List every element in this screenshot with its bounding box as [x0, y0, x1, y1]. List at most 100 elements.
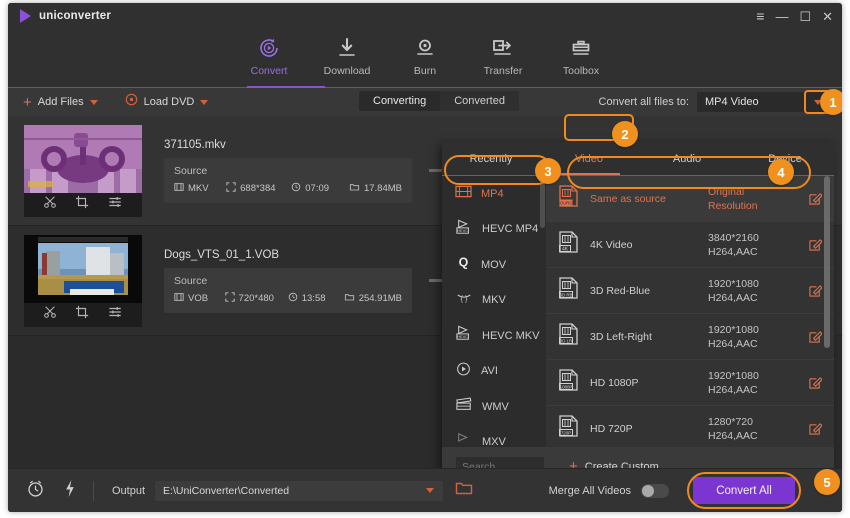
tab-converting[interactable]: Converting	[359, 91, 441, 111]
chevron-down-icon[interactable]	[200, 99, 209, 105]
resolution-item-hd-720p[interactable]: 720P HD 720P 1280*720 H264,AAC	[546, 406, 834, 447]
resolution-name: HD 1080P	[590, 376, 639, 389]
resolution-value: 720*480	[238, 292, 274, 304]
crop-icon[interactable]	[75, 195, 89, 214]
convert-all-button[interactable]: Convert All	[693, 477, 795, 504]
edit-preset-icon[interactable]	[796, 422, 834, 435]
minimize-icon[interactable]: —	[775, 10, 788, 23]
clock-icon	[288, 292, 298, 305]
format-item-mov[interactable]: Q MOV	[442, 247, 546, 283]
format-label: HEVC MKV	[482, 329, 540, 342]
format-item-hevc-mp4[interactable]: HEVC HEVC MP4	[442, 212, 546, 248]
trim-icon[interactable]	[43, 195, 57, 214]
panel-tab-recently[interactable]: Recently	[442, 153, 540, 165]
resolution-item-same-as-source[interactable]: SOURCE Same as source Original Resolutio…	[546, 176, 834, 222]
nav-item-download[interactable]: Download	[308, 35, 386, 77]
nav-item-burn[interactable]: Burn	[386, 35, 464, 77]
callout-badge-3: 3	[535, 158, 561, 184]
format-item-hevc-mkv[interactable]: HEVC HEVC MKV	[442, 318, 546, 354]
format-label: AVI	[481, 365, 498, 378]
scheduler-icon[interactable]	[26, 479, 45, 503]
callout-badge-4: 4	[768, 159, 794, 185]
output-path-field[interactable]: E:\UniConverter\Converted	[155, 480, 444, 501]
svg-text:HEVC: HEVC	[457, 228, 468, 233]
high-speed-icon[interactable]	[63, 479, 77, 503]
thumbnail[interactable]	[24, 234, 142, 327]
format-select-field[interactable]: MP4 Video	[697, 90, 832, 114]
film-strip-icon	[455, 184, 472, 204]
bottom-bar: Output E:\UniConverter\Converted Merge A…	[8, 468, 842, 512]
resolution-item-4k-video[interactable]: 4K 4K Video 3840*2160 H264,AAC	[546, 222, 834, 268]
add-files-button[interactable]: + Add Files	[23, 95, 98, 110]
format-item-wmv[interactable]: WMV	[442, 389, 546, 425]
window-controls: ≡ — ☐ ✕	[756, 3, 833, 29]
chevron-down-icon[interactable]	[426, 488, 435, 493]
file-name: Dogs_VTS_01_1.VOB	[164, 248, 280, 261]
load-dvd-button[interactable]: Load DVD	[125, 93, 209, 111]
format-item-mxv[interactable]: MXV	[442, 425, 546, 447]
download-icon	[335, 35, 359, 61]
format-list-scrollbar[interactable]	[540, 176, 545, 228]
toggle-knob	[642, 484, 654, 497]
resolution-item-3d-left-right[interactable]: 3D LR 3D Left-Right 1920*1080 H264,AAC	[546, 314, 834, 360]
resolution-spec: 1920*1080 H264,AAC	[708, 277, 796, 305]
nav-label-convert: Convert	[250, 65, 288, 77]
app-logo-icon	[20, 9, 31, 23]
source-meta: VOB 720*480 13:58 254.91MB	[174, 291, 402, 305]
source-meta: MKV 688*384 07:09 17.84MB	[174, 181, 402, 195]
panel-body: MP4 HEVC HEVC MP4 Q MOV {} MKV HEVC HEV…	[442, 176, 834, 447]
duration-meta: 13:58	[288, 292, 344, 305]
container-meta: VOB	[174, 292, 225, 305]
resolution-item-hd-1080p[interactable]: 1080P HD 1080P 1920*1080 H264,AAC	[546, 360, 834, 406]
thumbnail[interactable]	[24, 124, 142, 217]
crop-icon[interactable]	[75, 305, 89, 324]
nav-item-transfer[interactable]: Transfer	[464, 35, 542, 77]
application-window: uniconverter ≡ — ☐ ✕ Convert Download Bu…	[8, 3, 842, 512]
file-name: 371105.mkv	[164, 138, 226, 151]
resolution-spec-line1: 1920*1080	[708, 323, 759, 336]
svg-text:Q: Q	[459, 256, 469, 270]
resolution-item-3d-red-blue[interactable]: 3D RB 3D Red-Blue 1920*1080 H264,AAC	[546, 268, 834, 314]
source-label: Source	[174, 274, 208, 287]
format-dropdown-panel: Recently Video Audio Device MP4 HEVC HEV…	[442, 142, 834, 486]
hamburger-menu-icon[interactable]: ≡	[756, 9, 764, 23]
brand: uniconverter	[8, 9, 111, 23]
source-label: Source	[174, 164, 208, 177]
thumbnail-tools	[24, 193, 142, 217]
resolution-spec-line1: 1280*720	[708, 415, 753, 428]
resolution-list-scrollbar[interactable]	[824, 176, 830, 348]
disc-icon	[125, 93, 138, 111]
add-files-label: Add Files	[37, 96, 84, 108]
effects-icon[interactable]	[108, 195, 123, 214]
quicktime-icon: Q	[455, 254, 472, 275]
resolution-spec-line1: 1920*1080	[708, 277, 759, 290]
thumbnail-image	[24, 234, 142, 303]
open-folder-icon[interactable]	[455, 480, 473, 501]
format-item-mp4[interactable]: MP4	[442, 176, 546, 212]
thumbnail-image	[24, 124, 142, 193]
merge-label: Merge All Videos	[548, 484, 631, 497]
nav-item-convert[interactable]: Convert	[230, 35, 308, 77]
merge-toggle[interactable]	[641, 483, 669, 498]
format-item-mkv[interactable]: { } MKV	[442, 283, 546, 319]
clock-icon	[291, 182, 301, 195]
format-item-avi[interactable]: AVI	[442, 354, 546, 390]
merge-all-videos: Merge All Videos	[548, 483, 669, 498]
format-list: MP4 HEVC HEVC MP4 Q MOV {} MKV HEVC HEV…	[442, 176, 546, 447]
clapperboard-icon	[455, 396, 473, 417]
effects-icon[interactable]	[108, 305, 123, 324]
resolution-name: 3D Red-Blue	[590, 284, 651, 297]
tab-converted[interactable]: Converted	[440, 91, 519, 111]
svg-text:1080P: 1080P	[560, 384, 573, 389]
trim-icon[interactable]	[43, 305, 57, 324]
nav-item-toolbox[interactable]: Toolbox	[542, 35, 620, 77]
chevron-down-icon[interactable]	[89, 99, 98, 105]
duration-value: 07:09	[305, 182, 330, 194]
panel-tab-audio[interactable]: Audio	[638, 153, 736, 165]
size-meta: 17.84MB	[349, 182, 402, 195]
svg-text:{ }: { }	[461, 295, 468, 303]
edit-preset-icon[interactable]	[796, 376, 834, 389]
container-value: VOB	[188, 292, 209, 304]
maximize-icon[interactable]: ☐	[799, 10, 811, 23]
close-icon[interactable]: ✕	[822, 10, 833, 23]
